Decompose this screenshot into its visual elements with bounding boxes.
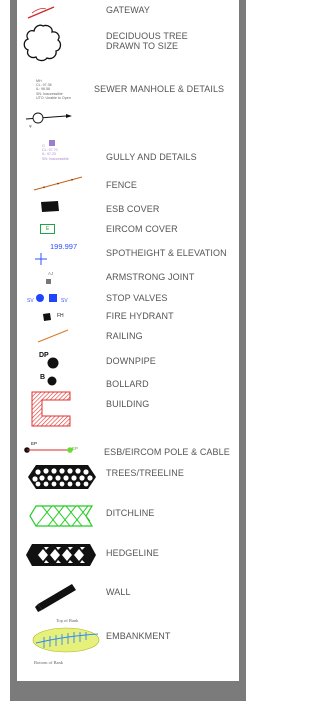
bollard-text: B xyxy=(40,374,46,381)
legend-label-armstrong-joint: ARMSTRONG JOINT xyxy=(106,272,195,282)
legend-label-esb-cover: ESB COVER xyxy=(106,204,160,214)
legend-label-ditchline: DITCHLINE xyxy=(106,508,155,518)
legend-bottom-bar xyxy=(10,681,246,701)
deciduous-tree-icon xyxy=(23,24,62,62)
legend-label-eircom-cover: EIRCOM COVER xyxy=(106,224,178,234)
esb-cover-icon xyxy=(41,201,59,212)
spotheight-value: 199.997 xyxy=(50,242,78,251)
fence-icon xyxy=(33,176,83,191)
embankment-top-text: Top of Bank xyxy=(56,618,79,623)
legend-label-fence: FENCE xyxy=(106,180,138,190)
legend-label-downpipe: DOWNPIPE xyxy=(106,356,156,366)
bollard-icon xyxy=(47,376,57,386)
legend-label-spotheight: SPOTHEIGHT & ELEVATION xyxy=(106,248,227,258)
legend-label-stop-valves: STOP VALVES xyxy=(106,293,168,303)
armstrong-joint-text: AJ xyxy=(48,271,54,276)
railing-icon xyxy=(37,329,69,343)
legend-label-pole-cable: ESB/EIRCOM POLE & CABLE xyxy=(104,447,230,457)
spotheight-icon xyxy=(35,253,47,265)
legend-label-fire-hydrant: FIRE HYDRANT xyxy=(106,311,174,321)
armstrong-joint-icon xyxy=(46,279,51,284)
legend-label-railing: RAILING xyxy=(106,331,143,341)
eircom-cover-icon: E xyxy=(40,224,55,234)
gully-details-text: G CL: 97.70 IL: 97.20 SN: Inaccessible xyxy=(42,144,69,161)
legend-label-gateway: GATEWAY xyxy=(106,5,151,15)
ditchline-icon xyxy=(29,505,94,527)
legend-label-bollard: BOLLARD xyxy=(106,379,149,389)
stop-valve-icon xyxy=(36,294,57,302)
sewer-manhole-icon: φ xyxy=(25,112,72,128)
wall-icon xyxy=(35,584,76,612)
svg-text:φ: φ xyxy=(29,123,32,128)
legend-label-building: BUILDING xyxy=(106,399,150,409)
treeline-icon xyxy=(28,465,96,489)
legend-label-sewer-manhole: SEWER MANHOLE & DETAILS xyxy=(94,84,225,94)
legend-label-embankment: EMBANKMENT xyxy=(106,631,171,641)
manhole-details-text: MH CL: 97.36 IL: 96.58 SN: Inaccessible … xyxy=(36,79,71,100)
fire-hydrant-text: FH xyxy=(57,313,64,319)
gateway-icon xyxy=(27,6,55,19)
pole-text-right: EP xyxy=(72,446,79,451)
legend-label-deciduous-tree: DECIDUOUS TREE DRAWN TO SIZE xyxy=(106,31,188,51)
embankment-icon xyxy=(32,627,100,653)
hedgeline-icon xyxy=(26,544,96,566)
legend-label-gully: GULLY AND DETAILS xyxy=(106,152,197,162)
embankment-bottom-text: Bottom of Bank xyxy=(34,660,63,665)
fire-hydrant-icon xyxy=(43,313,51,321)
legend-label-treeline: TREES/TREELINE xyxy=(106,468,184,478)
building-icon xyxy=(31,391,71,427)
downpipe-icon xyxy=(47,357,59,369)
legend-label-wall: WALL xyxy=(106,587,131,597)
stop-valve-text-right: SV xyxy=(61,298,68,304)
legend-label-hedgeline: HEDGELINE xyxy=(106,548,159,558)
stop-valve-text-left: SV xyxy=(27,298,34,304)
